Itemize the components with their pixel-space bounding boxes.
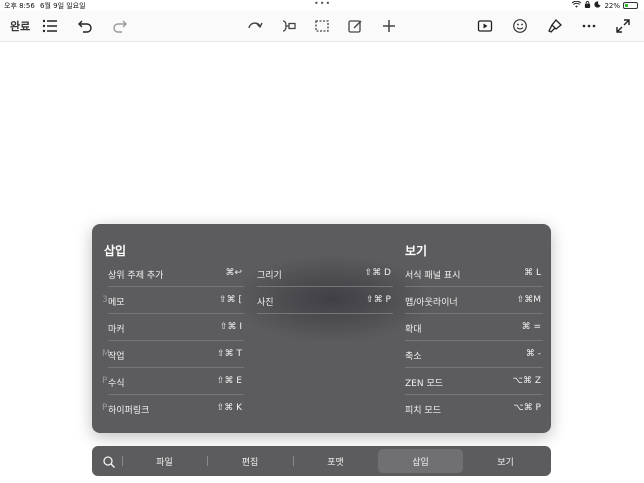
menu-tab-format[interactable]: 포맷 (293, 449, 378, 473)
shortcut-label: 사진 (257, 298, 274, 308)
undo-icon[interactable] (77, 15, 93, 37)
shortcut-row[interactable]: 사진 ⇧⌘ P (257, 287, 393, 314)
shortcut-label: 그리기 (257, 271, 282, 281)
shortcut-row[interactable]: 그리기 ⇧⌘ D (257, 260, 393, 287)
shortcut-row[interactable]: M 작업 ⇧⌘ T (102, 341, 244, 368)
shortcut-label: 마커 (108, 325, 125, 335)
list-icon[interactable] (42, 15, 58, 37)
done-button[interactable]: 완료 (10, 15, 30, 37)
multitasking-dots-icon[interactable]: ••• (314, 0, 331, 8)
shortcut-key: ⇧⌘M (516, 295, 541, 305)
shortcut-key: ⌥⌘ Z (512, 376, 541, 386)
redo-icon[interactable] (112, 15, 128, 37)
shortcut-label: 맵/아웃라이너 (405, 298, 458, 308)
smiley-icon[interactable] (512, 15, 528, 37)
edge-char: P (102, 376, 108, 386)
plus-icon[interactable] (381, 15, 397, 37)
brush-icon[interactable] (547, 15, 563, 37)
battery-level-fill (625, 4, 628, 7)
shortcut-key: ⇧⌘ T (217, 349, 242, 359)
edge-char: 3 (102, 295, 108, 305)
shortcut-label: ZEN 모드 (405, 379, 444, 389)
shortcut-row[interactable]: 맵/아웃라이너 ⇧⌘M (405, 287, 543, 314)
view-column: 서식 패널 표시 ⌘ L 맵/아웃라이너 ⇧⌘M 확대 ⌘ = 축소 ⌘ - ZEN 모… (405, 260, 543, 422)
shortcut-row[interactable]: 서식 패널 표시 ⌘ L (405, 260, 543, 287)
shortcut-row[interactable]: 피치 모드 ⌥⌘ P (405, 395, 543, 422)
shortcut-key: ⇧⌘ K (216, 403, 242, 413)
menu-tab-edit[interactable]: 편집 (207, 449, 293, 473)
shortcut-row[interactable]: ZEN 모드 ⌥⌘ Z (405, 368, 543, 395)
app-window: 오후 8:56 6월 9일 일요일 ••• 22% 완료 삽입 보기 상위 주제… (0, 0, 644, 483)
menu-tab-file[interactable]: 파일 (122, 449, 207, 473)
relationship-arrow-icon[interactable] (247, 15, 263, 37)
shortcut-key: ⇧⌘ P (366, 295, 391, 305)
wifi-icon (572, 0, 582, 10)
shortcut-row[interactable]: 축소 ⌘ - (405, 341, 543, 368)
shortcut-row[interactable]: P 수식 ⇧⌘ E (102, 368, 244, 395)
menu-tab-view[interactable]: 보기 (463, 449, 548, 473)
shortcut-row[interactable]: 상위 주제 추가 ⌘↩ (108, 260, 244, 287)
status-bar: 오후 8:56 6월 9일 일요일 ••• 22% (0, 0, 644, 11)
boundary-icon[interactable] (281, 15, 297, 37)
shortcut-label: 확대 (405, 325, 422, 335)
view-section-title: 보기 (405, 244, 428, 258)
insert-section-title: 삽입 (104, 244, 127, 258)
lock-rotation-icon (584, 1, 591, 10)
shortcut-key: ⇧⌘ E (216, 376, 242, 386)
menu-tab-insert[interactable]: 삽입 (378, 449, 463, 473)
edge-char: P (102, 403, 108, 413)
shortcut-label: 하이퍼링크 (108, 406, 150, 416)
menu-bar: 파일 편집 포맷 삽입 보기 (92, 446, 551, 476)
shortcut-label: 작업 (108, 352, 125, 362)
play-icon[interactable] (477, 15, 493, 37)
note-icon[interactable] (347, 15, 363, 37)
shortcut-label: 서식 패널 표시 (405, 271, 461, 281)
moon-icon (594, 1, 601, 10)
search-icon[interactable] (102, 454, 116, 468)
insert-column-2: 그리기 ⇧⌘ D 사진 ⇧⌘ P (257, 260, 393, 314)
status-time: 오후 8:56 (4, 2, 35, 10)
battery-icon (623, 2, 638, 9)
shortcut-key: ⇧⌘ D (364, 268, 391, 278)
insert-column-1: 상위 주제 추가 ⌘↩ 3 메모 ⇧⌘ [ 마커 ⇧⌘ I M 작업 ⇧⌘ T P 수식 ⇧⌘ … (102, 260, 244, 422)
shortcut-label: 메모 (108, 298, 125, 308)
shortcut-key: ⌘ = (521, 322, 541, 332)
shortcut-key: ⇧⌘ I (219, 322, 242, 332)
more-icon[interactable] (581, 15, 597, 37)
status-right: 22% (572, 0, 638, 10)
shortcut-key: ⇧⌘ [ (219, 295, 242, 305)
status-date: 6월 9일 일요일 (40, 2, 86, 10)
shortcut-label: 수식 (108, 379, 125, 389)
shortcut-row[interactable]: 확대 ⌘ = (405, 314, 543, 341)
shortcut-panel: 삽입 보기 상위 주제 추가 ⌘↩ 3 메모 ⇧⌘ [ 마커 ⇧⌘ I M 작업 ⇧⌘ T … (92, 224, 551, 433)
selection-icon[interactable] (314, 15, 330, 37)
shortcut-key: ⌘ - (525, 349, 541, 359)
battery-percent: 22% (604, 1, 620, 10)
shortcut-label: 상위 주제 추가 (108, 271, 164, 281)
shortcut-label: 축소 (405, 352, 422, 362)
shortcut-key: ⌘↩ (225, 268, 242, 278)
shortcut-row[interactable]: P 하이퍼링크 ⇧⌘ K (102, 395, 244, 422)
shortcut-key: ⌥⌘ P (513, 403, 541, 413)
shortcut-row[interactable]: 마커 ⇧⌘ I (108, 314, 244, 341)
expand-icon[interactable] (615, 15, 631, 37)
shortcut-row[interactable]: 3 메모 ⇧⌘ [ (102, 287, 244, 314)
shortcut-key: ⌘ L (524, 268, 541, 278)
shortcut-label: 피치 모드 (405, 406, 441, 416)
toolbar: 완료 (0, 11, 644, 42)
